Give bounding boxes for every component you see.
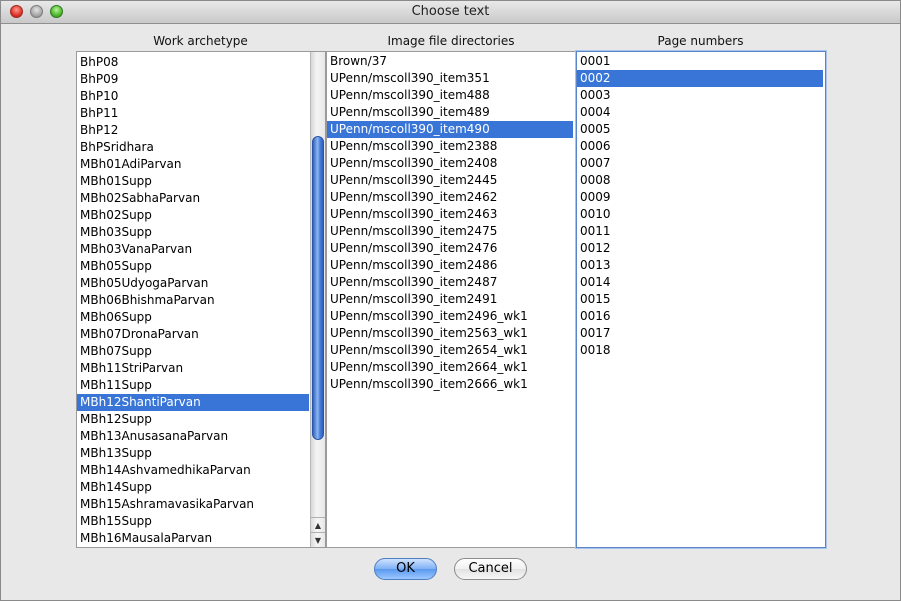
work-archetype-list-item[interactable]: MBh02SabhaParvan [77,190,309,207]
work-archetype-list-item[interactable]: MBh15AshramavasikaParvan [77,496,309,513]
cancel-button[interactable]: Cancel [454,558,527,580]
page-number-list-item[interactable]: 0012 [577,240,823,257]
image-directory-list-item[interactable]: UPenn/mscoll390_item2462 [327,189,573,206]
image-directory-list-item[interactable]: UPenn/mscoll390_item2666_wk1 [327,376,573,393]
work-archetype-list-item[interactable]: MBh03Supp [77,224,309,241]
page-numbers-list[interactable]: 0001 0002 0003 0004 0005 0006 0007 0008 0009 0010… [576,51,826,548]
image-directory-list-item[interactable]: UPenn/mscoll390_item2475 [327,223,573,240]
work-archetype-list-item[interactable]: BhP10 [77,88,309,105]
work-archetype-list-item[interactable]: MBh05Supp [77,258,309,275]
work-archetype-list-item[interactable]: MBh01AdiParvan [77,156,309,173]
image-directory-list-item[interactable]: UPenn/mscoll390_item351 [327,70,573,87]
work-archetype-list-item[interactable]: MBh12ShantiParvan [77,394,309,411]
image-directories-rows: Brown/37 UPenn/mscoll390_item351 UPenn/msc… [327,53,573,393]
work-archetype-list-item[interactable]: BhP11 [77,105,309,122]
image-directory-list-item[interactable]: UPenn/mscoll390_item2664_wk1 [327,359,573,376]
image-directory-list-item[interactable]: UPenn/mscoll390_item2445 [327,172,573,189]
page-number-list-item[interactable]: 0009 [577,189,823,206]
scroll-down-arrow-icon[interactable]: ▼ [311,532,325,547]
image-directory-list-item[interactable]: UPenn/mscoll390_item2388 [327,138,573,155]
page-numbers-rows: 0001 0002 0003 0004 0005 0006 0007 0008 0009 0010… [577,53,823,359]
choose-text-dialog: Choose text Work archetype Image file di… [0,0,901,601]
page-number-list-item[interactable]: 0016 [577,308,823,325]
page-number-list-item[interactable]: 0007 [577,155,823,172]
window-title: Choose text [411,4,490,19]
image-directory-list-item[interactable]: UPenn/mscoll390_item2491 [327,291,573,308]
image-directory-list-item[interactable]: UPenn/mscoll390_item2476 [327,240,573,257]
work-archetype-list-item[interactable]: MBh14AshvamedhikaParvan [77,462,309,479]
page-number-list-item[interactable]: 0004 [577,104,823,121]
page-number-list-item[interactable]: 0008 [577,172,823,189]
image-directory-list-item[interactable]: UPenn/mscoll390_item2408 [327,155,573,172]
work-archetype-scrollbar[interactable]: ▲ ▼ [310,52,325,547]
page-number-list-item[interactable]: 0014 [577,274,823,291]
work-archetype-list-item[interactable]: MBh14Supp [77,479,309,496]
work-archetype-list-item[interactable]: MBh01Supp [77,173,309,190]
page-number-list-item[interactable]: 0005 [577,121,823,138]
work-archetype-list-item[interactable]: BhPSridhara [77,139,309,156]
work-archetype-list-item[interactable]: MBh06BhishmaParvan [77,292,309,309]
page-numbers-header: Page numbers [657,34,744,48]
work-archetype-list-item[interactable]: MBh15Supp [77,513,309,530]
page-number-list-item[interactable]: 0017 [577,325,823,342]
page-number-list-item[interactable]: 0002 [577,70,823,87]
page-number-list-item[interactable]: 0018 [577,342,823,359]
image-directory-list-item[interactable]: UPenn/mscoll390_item489 [327,104,573,121]
image-directories-header: Image file directories [387,34,515,48]
page-number-list-item[interactable]: 0006 [577,138,823,155]
image-directory-list-item[interactable]: UPenn/mscoll390_item2563_wk1 [327,325,573,342]
work-archetype-list-item[interactable]: MBh07Supp [77,343,309,360]
work-archetype-list-item[interactable]: BhP08 [77,54,309,71]
page-number-list-item[interactable]: 0015 [577,291,823,308]
work-archetype-list-item[interactable]: MBh16MausalaParvan [77,530,309,547]
image-directory-list-item[interactable]: UPenn/mscoll390_item2463 [327,206,573,223]
work-archetype-list-item[interactable]: MBh02Supp [77,207,309,224]
work-archetype-list-item[interactable]: MBh05UdyogaParvan [77,275,309,292]
page-number-list-item[interactable]: 0001 [577,53,823,70]
work-archetype-list-item[interactable]: MBh11Supp [77,377,309,394]
image-directories-list[interactable]: Brown/37 UPenn/mscoll390_item351 UPenn/msc… [326,51,576,548]
title-bar[interactable]: Choose text [1,1,900,24]
work-archetype-list-item[interactable]: MBh11StriParvan [77,360,309,377]
work-archetype-list-item[interactable]: MBh13Supp [77,445,309,462]
work-archetype-list-item[interactable]: MBh13AnusasanaParvan [77,428,309,445]
page-number-list-item[interactable]: 0011 [577,223,823,240]
work-archetype-header: Work archetype [153,34,248,48]
work-archetype-list-item[interactable]: MBh12Supp [77,411,309,428]
work-archetype-list-item[interactable]: MBh07DronaParvan [77,326,309,343]
scroll-up-arrow-icon[interactable]: ▲ [311,517,325,532]
image-directory-list-item[interactable]: UPenn/mscoll390_item490 [327,121,573,138]
image-directory-list-item[interactable]: Brown/37 [327,53,573,70]
work-archetype-list-item[interactable]: BhP09 [77,71,309,88]
image-directory-list-item[interactable]: UPenn/mscoll390_item2496_wk1 [327,308,573,325]
page-number-list-item[interactable]: 0013 [577,257,823,274]
image-directory-list-item[interactable]: UPenn/mscoll390_item2654_wk1 [327,342,573,359]
work-archetype-list[interactable]: BhP08 BhP09 BhP10 BhP11 BhP12 BhPSridhara MBh0… [76,51,326,548]
scroll-thumb[interactable] [312,136,324,440]
image-directory-list-item[interactable]: UPenn/mscoll390_item2486 [327,257,573,274]
image-directory-list-item[interactable]: UPenn/mscoll390_item488 [327,87,573,104]
work-archetype-rows: BhP08 BhP09 BhP10 BhP11 BhP12 BhPSridhara MBh0… [77,54,309,547]
work-archetype-list-item[interactable]: MBh06Supp [77,309,309,326]
image-directory-list-item[interactable]: UPenn/mscoll390_item2487 [327,274,573,291]
work-archetype-list-item[interactable]: BhP12 [77,122,309,139]
ok-button[interactable]: OK [374,558,437,580]
work-archetype-list-item[interactable]: MBh03VanaParvan [77,241,309,258]
page-number-list-item[interactable]: 0003 [577,87,823,104]
page-number-list-item[interactable]: 0010 [577,206,823,223]
